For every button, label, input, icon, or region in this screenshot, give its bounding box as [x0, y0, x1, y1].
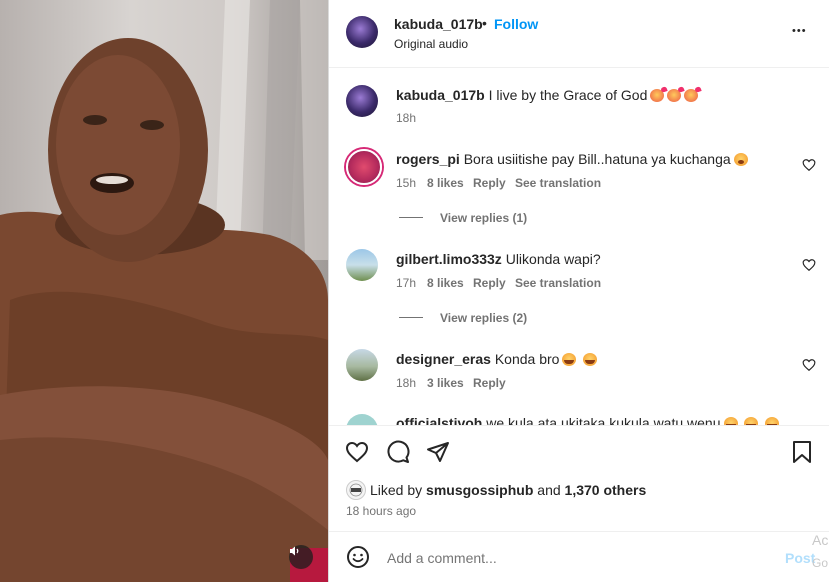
comment-like-heart-icon[interactable]: [802, 258, 816, 272]
post-panel: kabuda_017b • Follow Original audio ••• …: [328, 0, 829, 582]
follow-button[interactable]: Follow: [494, 16, 538, 32]
comment-text: Konda bro: [494, 351, 560, 367]
view-replies-button[interactable]: View replies (2): [440, 311, 527, 325]
reply-button[interactable]: Reply: [473, 376, 506, 390]
kissing-face-emoji-icon: [684, 89, 699, 102]
comment-like-heart-icon[interactable]: [802, 358, 816, 372]
commenter-avatar[interactable]: [346, 149, 382, 185]
kissing-face-emoji-icon: [667, 89, 682, 102]
replies-divider: [399, 317, 423, 318]
speaker-icon: [290, 546, 299, 556]
reply-button[interactable]: Reply: [473, 276, 506, 290]
post-time[interactable]: 18 hours ago: [346, 504, 416, 518]
comments-list[interactable]: kabuda_017b I live by the Grace of God 1…: [329, 69, 829, 425]
reel-video[interactable]: [0, 0, 328, 582]
likes-count[interactable]: 1,370 others: [565, 482, 647, 498]
commenter-avatar[interactable]: [346, 414, 378, 425]
header-separator: •: [482, 15, 487, 31]
post-comment-button[interactable]: Post: [785, 550, 815, 566]
view-replies-button[interactable]: View replies (1): [440, 211, 527, 225]
comment-username[interactable]: designer_eras: [396, 351, 491, 367]
comment-bubble-icon[interactable]: [386, 440, 410, 464]
comment: gilbert.limo333z Ulikonda wapi?: [396, 251, 601, 267]
emoji-smiley-icon[interactable]: [346, 545, 370, 569]
comment-likes[interactable]: 3 likes: [427, 376, 464, 390]
comment-text: we kula ata ukitaka kukula watu wenu: [486, 415, 721, 425]
comment-time: 15h: [396, 176, 417, 190]
liker-avatar[interactable]: [346, 480, 366, 500]
comment-text: Bora usiitishe pay Bill..hatuna ya kucha…: [463, 151, 731, 167]
liked-by-prefix: Liked by: [370, 482, 423, 498]
post-actions: Liked by smusgossiphub and 1,370 others …: [329, 425, 829, 532]
smus-logo-icon: [349, 483, 363, 497]
laughing-face-emoji-icon: [744, 417, 759, 425]
original-audio-link[interactable]: Original audio: [394, 37, 468, 51]
reply-button[interactable]: Reply: [473, 176, 506, 190]
post-header: kabuda_017b • Follow Original audio •••: [329, 0, 829, 68]
caption-username[interactable]: kabuda_017b: [396, 87, 485, 103]
see-translation-button[interactable]: See translation: [515, 276, 601, 290]
like-heart-icon[interactable]: [345, 440, 369, 464]
commenter-avatar[interactable]: [346, 249, 378, 281]
comment-likes[interactable]: 8 likes: [427, 176, 464, 190]
likes-summary: Liked by smusgossiphub and 1,370 others: [370, 482, 646, 498]
comment-time: 17h: [396, 276, 417, 290]
comment-time: 18h: [396, 376, 417, 390]
caption-time: 18h: [396, 111, 417, 125]
comment: designer_eras Konda bro: [396, 351, 598, 367]
commenter-avatar[interactable]: [346, 349, 378, 381]
comment-username[interactable]: rogers_pi: [396, 151, 460, 167]
laughing-face-emoji-icon: [583, 353, 598, 366]
kissing-face-emoji-icon: [650, 89, 665, 102]
worried-face-emoji-icon: [733, 153, 748, 166]
comment-username[interactable]: officialstivoh: [396, 415, 482, 425]
save-bookmark-icon[interactable]: [791, 440, 813, 464]
comment-username[interactable]: gilbert.limo333z: [396, 251, 502, 267]
video-frame: [0, 0, 328, 582]
caption-text: I live by the Grace of God: [488, 87, 648, 103]
author-avatar[interactable]: [346, 16, 378, 48]
comment-like-heart-icon[interactable]: [802, 158, 816, 172]
laughing-face-emoji-icon: [723, 417, 738, 425]
caption-avatar[interactable]: [346, 85, 378, 117]
caption: kabuda_017b I live by the Grace of God: [396, 87, 699, 103]
activate-windows-watermark-line2: Go: [812, 556, 829, 570]
more-options-icon[interactable]: •••: [792, 25, 807, 37]
laughing-face-emoji-icon: [562, 353, 577, 366]
comment: rogers_pi Bora usiitishe pay Bill..hatun…: [396, 151, 748, 167]
author-username[interactable]: kabuda_017b: [394, 16, 483, 32]
audio-toggle-button[interactable]: [289, 545, 313, 569]
comment-text: Ulikonda wapi?: [505, 251, 601, 267]
comment-input[interactable]: [385, 546, 769, 570]
see-translation-button[interactable]: See translation: [515, 176, 601, 190]
likes-and: and: [537, 482, 561, 498]
comment-likes[interactable]: 8 likes: [427, 276, 464, 290]
comment: officialstivoh we kula ata ukitaka kukul…: [396, 415, 780, 425]
activate-windows-watermark-line1: Ac: [812, 532, 829, 548]
share-paper-plane-icon[interactable]: [426, 440, 450, 464]
liker-username[interactable]: smusgossiphub: [426, 482, 533, 498]
replies-divider: [399, 217, 423, 218]
add-comment-bar: Post Ac Go: [329, 531, 829, 582]
laughing-face-emoji-icon: [765, 417, 780, 425]
